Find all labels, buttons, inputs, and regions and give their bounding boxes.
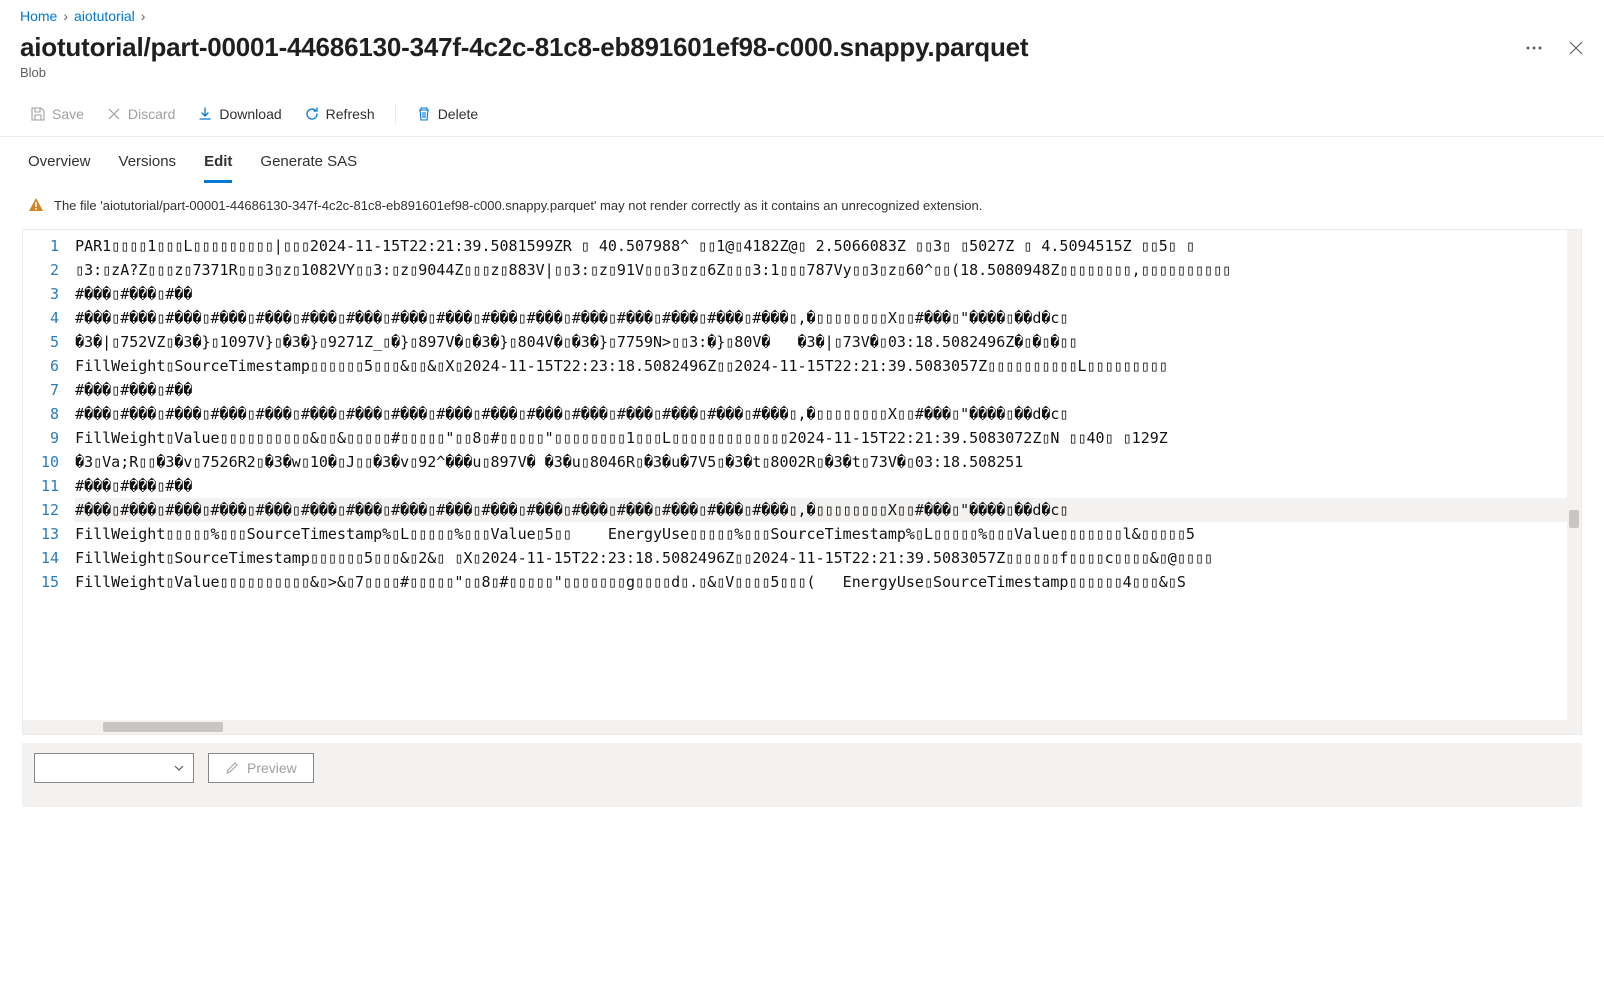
language-select[interactable] xyxy=(34,753,194,783)
tab-versions[interactable]: Versions xyxy=(119,147,177,183)
footer-bar: Preview xyxy=(22,743,1582,807)
refresh-icon xyxy=(304,106,320,122)
editor-viewport[interactable]: 123456789101112131415 PAR1▯▯▯▯1▯▯▯L▯▯▯▯▯… xyxy=(23,230,1581,720)
editor: 123456789101112131415 PAR1▯▯▯▯1▯▯▯L▯▯▯▯▯… xyxy=(22,229,1582,735)
warning-bar: The file 'aiotutorial/part-00001-4468613… xyxy=(0,183,1604,225)
discard-label: Discard xyxy=(128,106,175,122)
delete-button[interactable]: Delete xyxy=(406,100,488,128)
save-label: Save xyxy=(52,106,84,122)
delete-icon xyxy=(416,106,432,122)
breadcrumb-folder[interactable]: aiotutorial xyxy=(74,8,135,24)
delete-label: Delete xyxy=(438,106,478,122)
code-line[interactable]: ▯3:▯zA?Z▯▯▯z▯7371R▯▯▯3▯z▯1082VY▯▯3:▯z▯90… xyxy=(75,258,1581,282)
tab-overview[interactable]: Overview xyxy=(28,147,91,183)
warning-text: The file 'aiotutorial/part-00001-4468613… xyxy=(54,198,982,213)
chevron-right-icon: › xyxy=(63,8,68,24)
discard-icon xyxy=(106,106,122,122)
chevron-down-icon xyxy=(173,762,185,774)
tab-edit[interactable]: Edit xyxy=(204,147,232,183)
code-line[interactable]: FillWeight▯SourceTimestamp▯▯▯▯▯▯5▯▯▯&▯▯&… xyxy=(75,354,1581,378)
page-subtitle: Blob xyxy=(0,65,1604,92)
warning-icon xyxy=(28,197,44,213)
horizontal-scrollbar[interactable] xyxy=(23,720,1581,734)
preview-label: Preview xyxy=(247,760,297,776)
code-line[interactable]: #���▯#���▯#���▯#���▯#���▯#���▯#���▯#���▯… xyxy=(75,306,1581,330)
refresh-label: Refresh xyxy=(326,106,375,122)
code-line[interactable]: FillWeight▯Value▯▯▯▯▯▯▯▯▯▯&▯▯&▯▯▯▯▯#▯▯▯▯… xyxy=(75,426,1581,450)
download-label: Download xyxy=(219,106,281,122)
toolbar-separator xyxy=(395,104,396,124)
code-line[interactable]: PAR1▯▯▯▯1▯▯▯L▯▯▯▯▯▯▯▯▯|▯▯▯2024-11-15T22:… xyxy=(75,234,1581,258)
code-line[interactable]: �3▯Va;R▯▯�3�v▯7526R2▯�3�w▯10�▯J▯▯�3�v▯92… xyxy=(75,450,1581,474)
code-line[interactable]: �3�|▯752VZ▯�3�}▯1097V}▯�3�}▯9271Z_▯�}▯89… xyxy=(75,330,1581,354)
vertical-scroll-thumb[interactable] xyxy=(1569,510,1579,528)
code-line[interactable]: #���▯#���▯#���▯#���▯#���▯#���▯#���▯#���▯… xyxy=(75,402,1581,426)
code-line[interactable]: #���▯#���▯#�� xyxy=(75,474,1581,498)
code-area[interactable]: PAR1▯▯▯▯1▯▯▯L▯▯▯▯▯▯▯▯▯|▯▯▯2024-11-15T22:… xyxy=(71,230,1581,720)
title-row: aiotutorial/part-00001-44686130-347f-4c2… xyxy=(0,28,1604,65)
line-gutter: 123456789101112131415 xyxy=(23,230,71,720)
download-button[interactable]: Download xyxy=(187,100,291,128)
code-line[interactable]: #���▯#���▯#�� xyxy=(75,282,1581,306)
code-line[interactable]: FillWeight▯SourceTimestamp▯▯▯▯▯▯5▯▯▯&▯2&… xyxy=(75,546,1581,570)
breadcrumb: Home › aiotutorial › xyxy=(0,0,1604,28)
tab-generate-sas[interactable]: Generate SAS xyxy=(260,147,357,183)
refresh-button[interactable]: Refresh xyxy=(294,100,385,128)
code-line[interactable]: #���▯#���▯#�� xyxy=(75,378,1581,402)
code-line[interactable]: #���▯#���▯#���▯#���▯#���▯#���▯#���▯#���▯… xyxy=(75,498,1581,522)
discard-button[interactable]: Discard xyxy=(96,100,185,128)
code-line[interactable]: FillWeight▯Value▯▯▯▯▯▯▯▯▯▯&▯>&▯7▯▯▯▯#▯▯▯… xyxy=(75,570,1581,594)
tabs: Overview Versions Edit Generate SAS xyxy=(0,137,1604,183)
preview-button[interactable]: Preview xyxy=(208,753,314,783)
vertical-scrollbar[interactable] xyxy=(1567,230,1581,720)
horizontal-scroll-thumb[interactable] xyxy=(103,722,223,732)
breadcrumb-home[interactable]: Home xyxy=(20,8,57,24)
chevron-right-icon: › xyxy=(141,8,146,24)
save-icon xyxy=(30,106,46,122)
page-title: aiotutorial/part-00001-44686130-347f-4c2… xyxy=(20,32,1028,63)
download-icon xyxy=(197,106,213,122)
edit-icon xyxy=(225,761,239,775)
more-icon[interactable] xyxy=(1524,38,1544,58)
code-line[interactable]: FillWeight▯▯▯▯▯%▯▯▯SourceTimestamp%▯L▯▯▯… xyxy=(75,522,1581,546)
close-icon[interactable] xyxy=(1568,40,1584,56)
save-button[interactable]: Save xyxy=(20,100,94,128)
toolbar: Save Discard Download Refresh Delete xyxy=(0,92,1604,137)
